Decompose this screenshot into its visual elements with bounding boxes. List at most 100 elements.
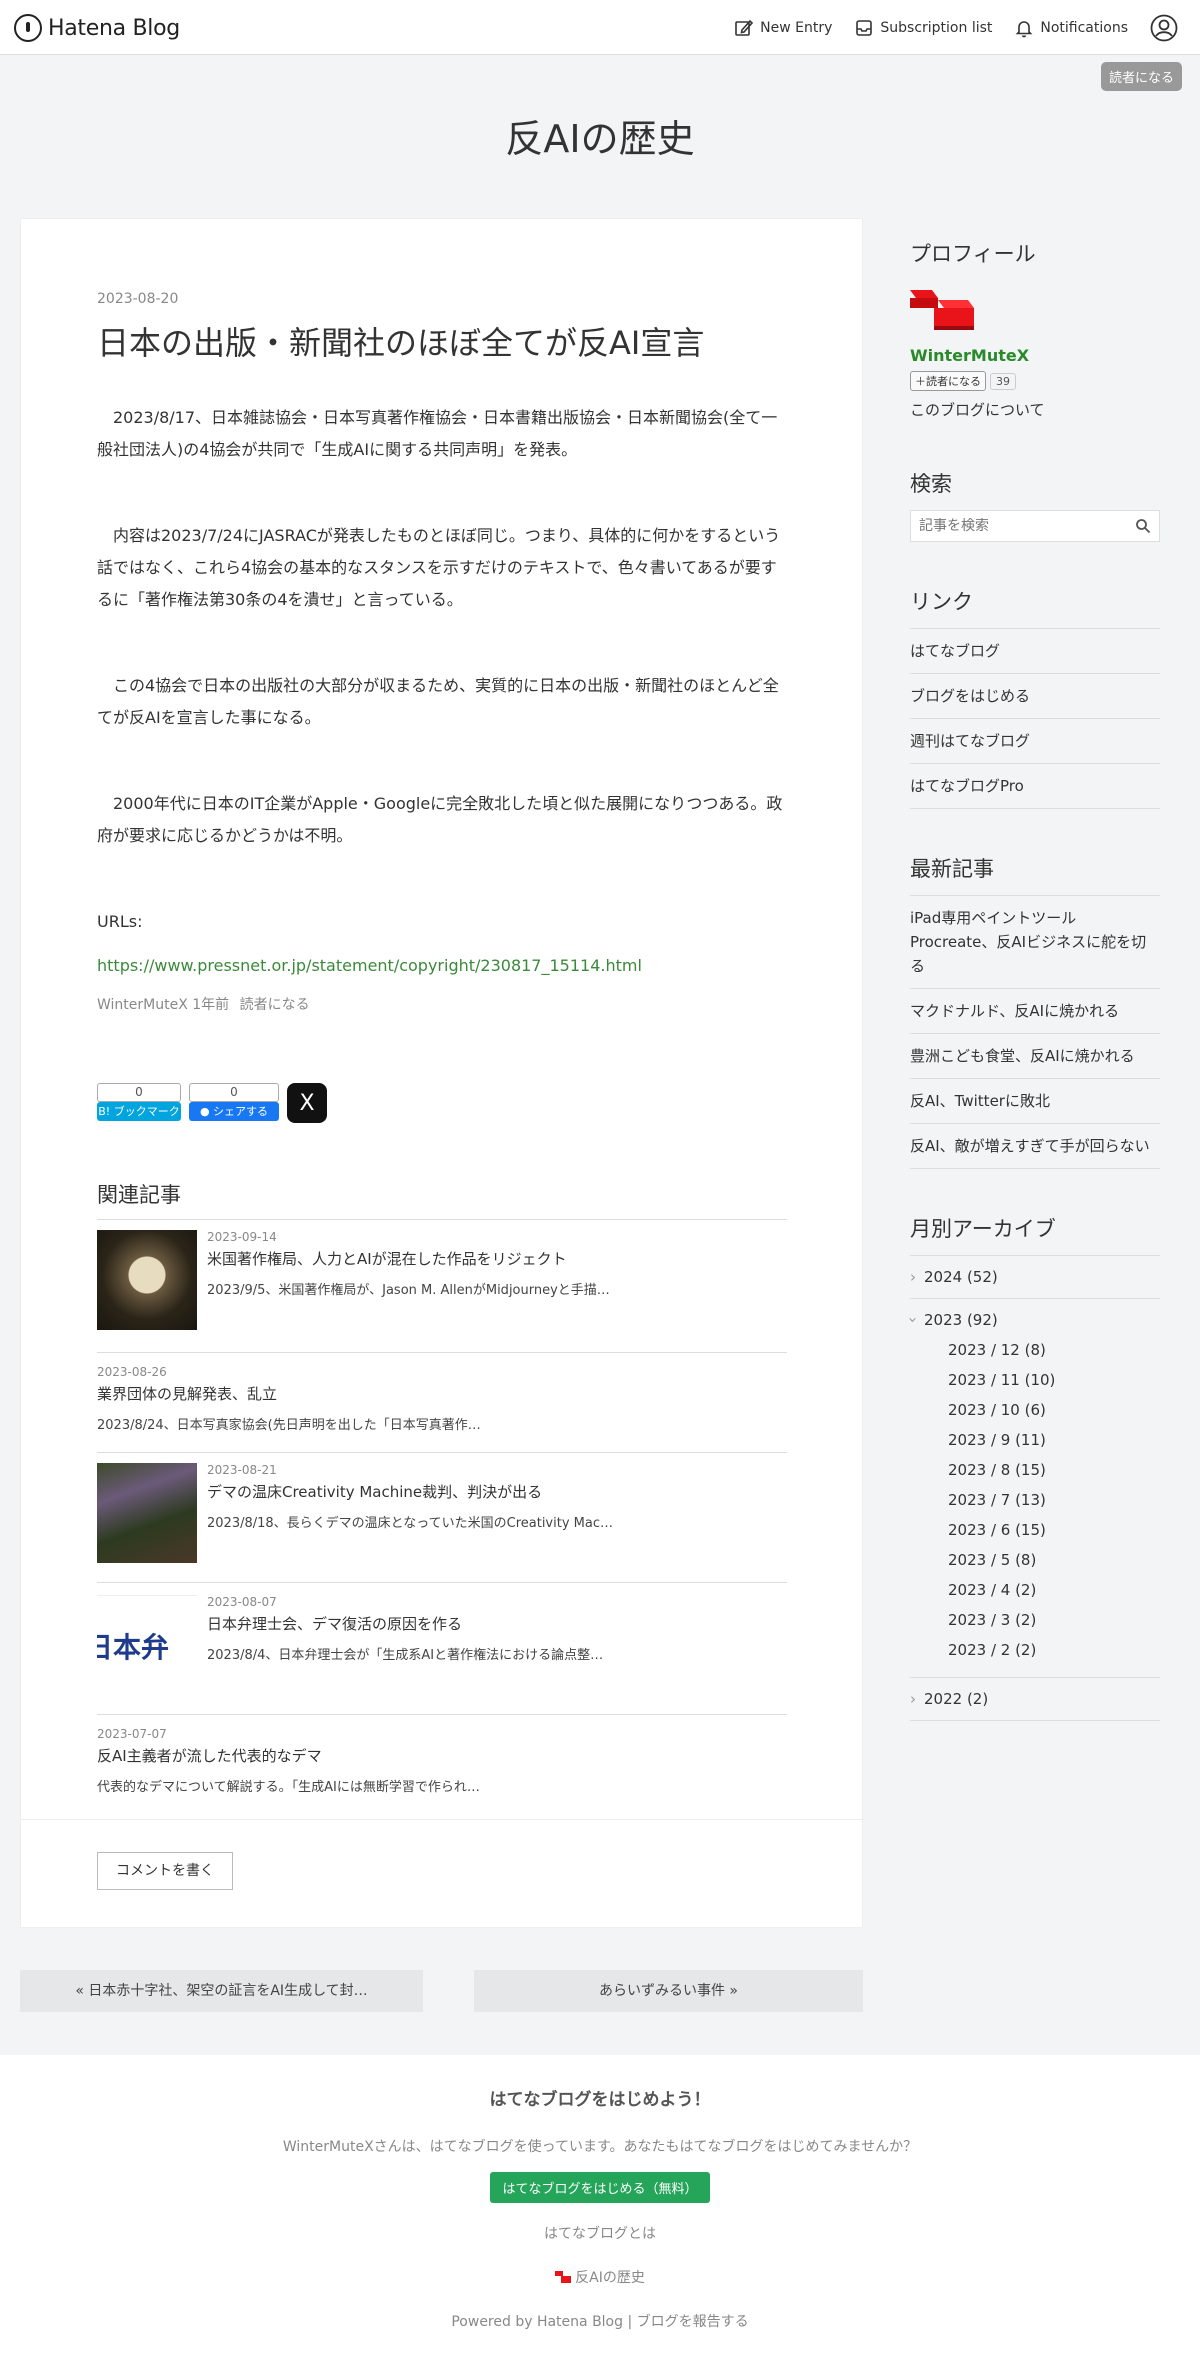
blog-title[interactable]: 反AIの歴史 — [0, 108, 1200, 163]
related-title[interactable]: 米国著作権局、人力とAIが混在した作品をリジェクト — [207, 1248, 787, 1269]
search-icon[interactable] — [1135, 518, 1151, 534]
recent-section: 最新記事 iPad専用ペイントツールProcreate、反AIビジネスに舵を切る… — [910, 853, 1160, 1169]
entry: 2023-08-20 日本の出版・新聞社のほぼ全てが反AI宣言 2023/8/1… — [97, 291, 787, 1014]
archive-month-link[interactable]: 2023 / 12 (8) — [948, 1335, 1160, 1365]
archive-month-link[interactable]: 2023 / 6 (15) — [948, 1515, 1160, 1545]
profile-name[interactable]: WinterMuteX — [910, 346, 1160, 365]
facebook-count: 0 — [189, 1083, 279, 1102]
footer: はてなブログをはじめよう！ WinterMuteXさんは、はてなブログを使ってい… — [0, 2055, 1200, 2375]
related-thumbnail[interactable]: 日本弁 — [97, 1595, 197, 1695]
powered-by[interactable]: Powered by Hatena Blog | ブログを報告する — [0, 2311, 1200, 2331]
profile-subscribe-button[interactable]: ＋読者になる — [910, 371, 986, 391]
related-title[interactable]: デマの温床Creativity Machine裁判、判決が出る — [207, 1481, 787, 1502]
related-item[interactable]: 2023-09-14 米国著作権局、人力とAIが混在した作品をリジェクト 202… — [97, 1220, 787, 1353]
entry-subscribe-link[interactable]: 読者になる — [240, 997, 310, 1013]
about-blog-link[interactable]: このブログについて — [910, 399, 1160, 420]
archive-heading: 月別アーカイブ — [910, 1217, 1056, 1241]
recent-entry-link[interactable]: マクドナルド、反AIに焼かれる — [910, 989, 1160, 1034]
source-url-link[interactable]: https://www.pressnet.or.jp/statement/cop… — [97, 956, 642, 975]
related-entries: 関連記事 2023-09-14 米国著作権局、人力とAIが混在した作品をリジェク… — [97, 1179, 787, 1815]
related-title[interactable]: 日本弁理士会、デマ復活の原因を作る — [207, 1613, 787, 1634]
entry-title[interactable]: 日本の出版・新聞社のほぼ全てが反AI宣言 — [97, 321, 787, 366]
link-item[interactable]: 週刊はてなブログ — [910, 719, 1160, 764]
hatena-bookmark-button[interactable]: 0 B! ブックマーク — [97, 1083, 181, 1121]
pencil-square-icon — [735, 19, 754, 36]
entry-date[interactable]: 2023-08-20 — [97, 291, 787, 307]
hatena-blog-logo[interactable]: Hatena Blog — [14, 14, 180, 42]
related-thumbnail[interactable] — [97, 1463, 197, 1563]
thumbnail-text: 日本弁 — [97, 1630, 170, 1664]
archive-month-link[interactable]: 2023 / 2 (2) — [948, 1635, 1160, 1665]
archive-year-2024[interactable]: › 2024 (52) — [910, 1256, 1160, 1298]
archive-month-link[interactable]: 2023 / 5 (8) — [948, 1545, 1160, 1575]
subscriber-count[interactable]: 39 — [990, 372, 1016, 390]
search-input[interactable] — [919, 518, 1135, 534]
archive-month-link[interactable]: 2023 / 7 (13) — [948, 1485, 1160, 1515]
related-thumbnail[interactable] — [97, 1230, 197, 1330]
archive-month-link[interactable]: 2023 / 9 (11) — [948, 1425, 1160, 1455]
related-desc: 2023/8/4、日本弁理士会が「生成系AIと著作権法における論点整… — [207, 1648, 604, 1663]
related-title[interactable]: 業界団体の見解発表、乱立 — [97, 1383, 787, 1404]
related-date: 2023-08-26 — [97, 1365, 167, 1379]
recent-entry-link[interactable]: 反AI、Twitterに敗北 — [910, 1079, 1160, 1124]
archive-month-link[interactable]: 2023 / 8 (15) — [948, 1455, 1160, 1485]
archive-year-label[interactable]: 2023 (92) — [924, 1311, 998, 1329]
entry-paragraph: この4協会で日本の出版社の大部分が収まるため、実質的に日本の出版・新聞社のほとん… — [97, 675, 779, 727]
new-entry-link[interactable]: New Entry — [734, 18, 832, 38]
x-logo-icon: X — [299, 1090, 315, 1116]
notifications-label: Notifications — [1040, 19, 1128, 36]
archive-month-link[interactable]: 2023 / 4 (2) — [948, 1575, 1160, 1605]
archive-year-label[interactable]: 2022 (2) — [924, 1690, 988, 1708]
next-entry-link[interactable]: あらいずみるい事件 » — [474, 1970, 863, 2012]
entry-paragraph: 2000年代に日本のIT企業がApple・Googleに完全敗北した頃と似た展開… — [97, 793, 783, 845]
link-item[interactable]: はてなブログPro — [910, 764, 1160, 809]
recent-entry-link[interactable]: 反AI、敵が増えすぎて手が回らない — [910, 1124, 1160, 1169]
related-item[interactable]: 2023-07-07 反AI主義者が流した代表的なデマ 代表的なデマについて解説… — [97, 1715, 787, 1815]
related-item[interactable]: 日本弁 2023-08-07 日本弁理士会、デマ復活の原因を作る 2023/8/… — [97, 1583, 787, 1715]
link-item[interactable]: はてなブログ — [910, 629, 1160, 674]
profile-heading: プロフィール — [910, 242, 1036, 266]
blog-icon — [555, 2271, 572, 2283]
entry-footer-meta: WinterMuteX 1年前 読者になる — [97, 994, 787, 1014]
search-section: 検索 — [910, 468, 1160, 542]
related-date: 2023-08-07 — [207, 1595, 277, 1609]
hatena-logo-icon — [14, 14, 42, 42]
recent-entry-link[interactable]: 豊洲こども食堂、反AIに焼かれる — [910, 1034, 1160, 1079]
entry-time[interactable]: 1年前 — [192, 997, 229, 1013]
archive-month-link[interactable]: 2023 / 10 (6) — [948, 1395, 1160, 1425]
about-hatena-blog-link[interactable]: はてなブログとは — [0, 2223, 1200, 2243]
archive-month-link[interactable]: 2023 / 11 (10) — [948, 1365, 1160, 1395]
user-account-icon[interactable] — [1150, 14, 1178, 42]
recent-list: iPad専用ペイントツールProcreate、反AIビジネスに舵を切る マクドナ… — [910, 895, 1160, 1169]
related-desc: 2023/8/18、長らくデマの温床となっていた米国のCreativity Ma… — [207, 1516, 613, 1531]
x-share-button[interactable]: X — [287, 1083, 327, 1123]
chevron-right-icon: › — [910, 1690, 916, 1708]
facebook-share-button[interactable]: 0 ● シェアする — [189, 1083, 279, 1121]
start-blog-button[interactable]: はてなブログをはじめる（無料） — [490, 2172, 710, 2203]
notifications-link[interactable]: Notifications — [1014, 18, 1128, 38]
related-item[interactable]: 2023-08-26 業界団体の見解発表、乱立 2023/8/24、日本写真家協… — [97, 1353, 787, 1453]
archive-list: › 2024 (52) › 2023 (92) 2023 / 12 (8) 20… — [904, 1255, 1160, 1721]
links-heading: リンク — [910, 590, 973, 614]
archive-month-link[interactable]: 2023 / 3 (2) — [948, 1605, 1160, 1635]
profile-avatar[interactable] — [910, 286, 974, 330]
footer-blog-link[interactable]: 反AIの歴史 — [0, 2267, 1200, 2287]
entry-author[interactable]: WinterMuteX — [97, 997, 188, 1013]
prev-entry-link[interactable]: « 日本赤十字社、架空の証言をAI生成して封… — [20, 1970, 423, 2012]
subscription-list-link[interactable]: Subscription list — [854, 18, 992, 38]
write-comment-button[interactable]: コメントを書く — [97, 1852, 233, 1890]
entry-paragraph: 2023/8/17、日本雑誌協会・日本写真著作権協会・日本書籍出版協会・日本新聞… — [97, 407, 778, 459]
footer-blog-name[interactable]: 反AIの歴史 — [575, 2267, 645, 2287]
related-desc: 2023/9/5、米国著作権局が、Jason M. AllenがMidjourn… — [207, 1283, 610, 1298]
related-title[interactable]: 反AI主義者が流した代表的なデマ — [97, 1745, 787, 1766]
related-item[interactable]: 2023-08-21 デマの温床Creativity Machine裁判、判決が… — [97, 1453, 787, 1583]
link-item[interactable]: ブログをはじめる — [910, 674, 1160, 719]
archive-year-2022[interactable]: › 2022 (2) — [910, 1678, 1160, 1720]
profile-avatar-icon — [910, 290, 974, 330]
plus-icon: ＋ — [915, 375, 926, 388]
footer-description: WinterMuteXさんは、はてなブログを使っています。あなたもはてなブログを… — [282, 2139, 918, 2155]
subscribe-float-button[interactable]: 読者になる — [1100, 62, 1182, 91]
archive-year-label[interactable]: 2024 (52) — [924, 1268, 998, 1286]
related-desc: 2023/8/24、日本写真家協会(先日声明を出した「日本写真著作… — [97, 1418, 481, 1433]
recent-entry-link[interactable]: iPad専用ペイントツールProcreate、反AIビジネスに舵を切る — [910, 896, 1160, 989]
